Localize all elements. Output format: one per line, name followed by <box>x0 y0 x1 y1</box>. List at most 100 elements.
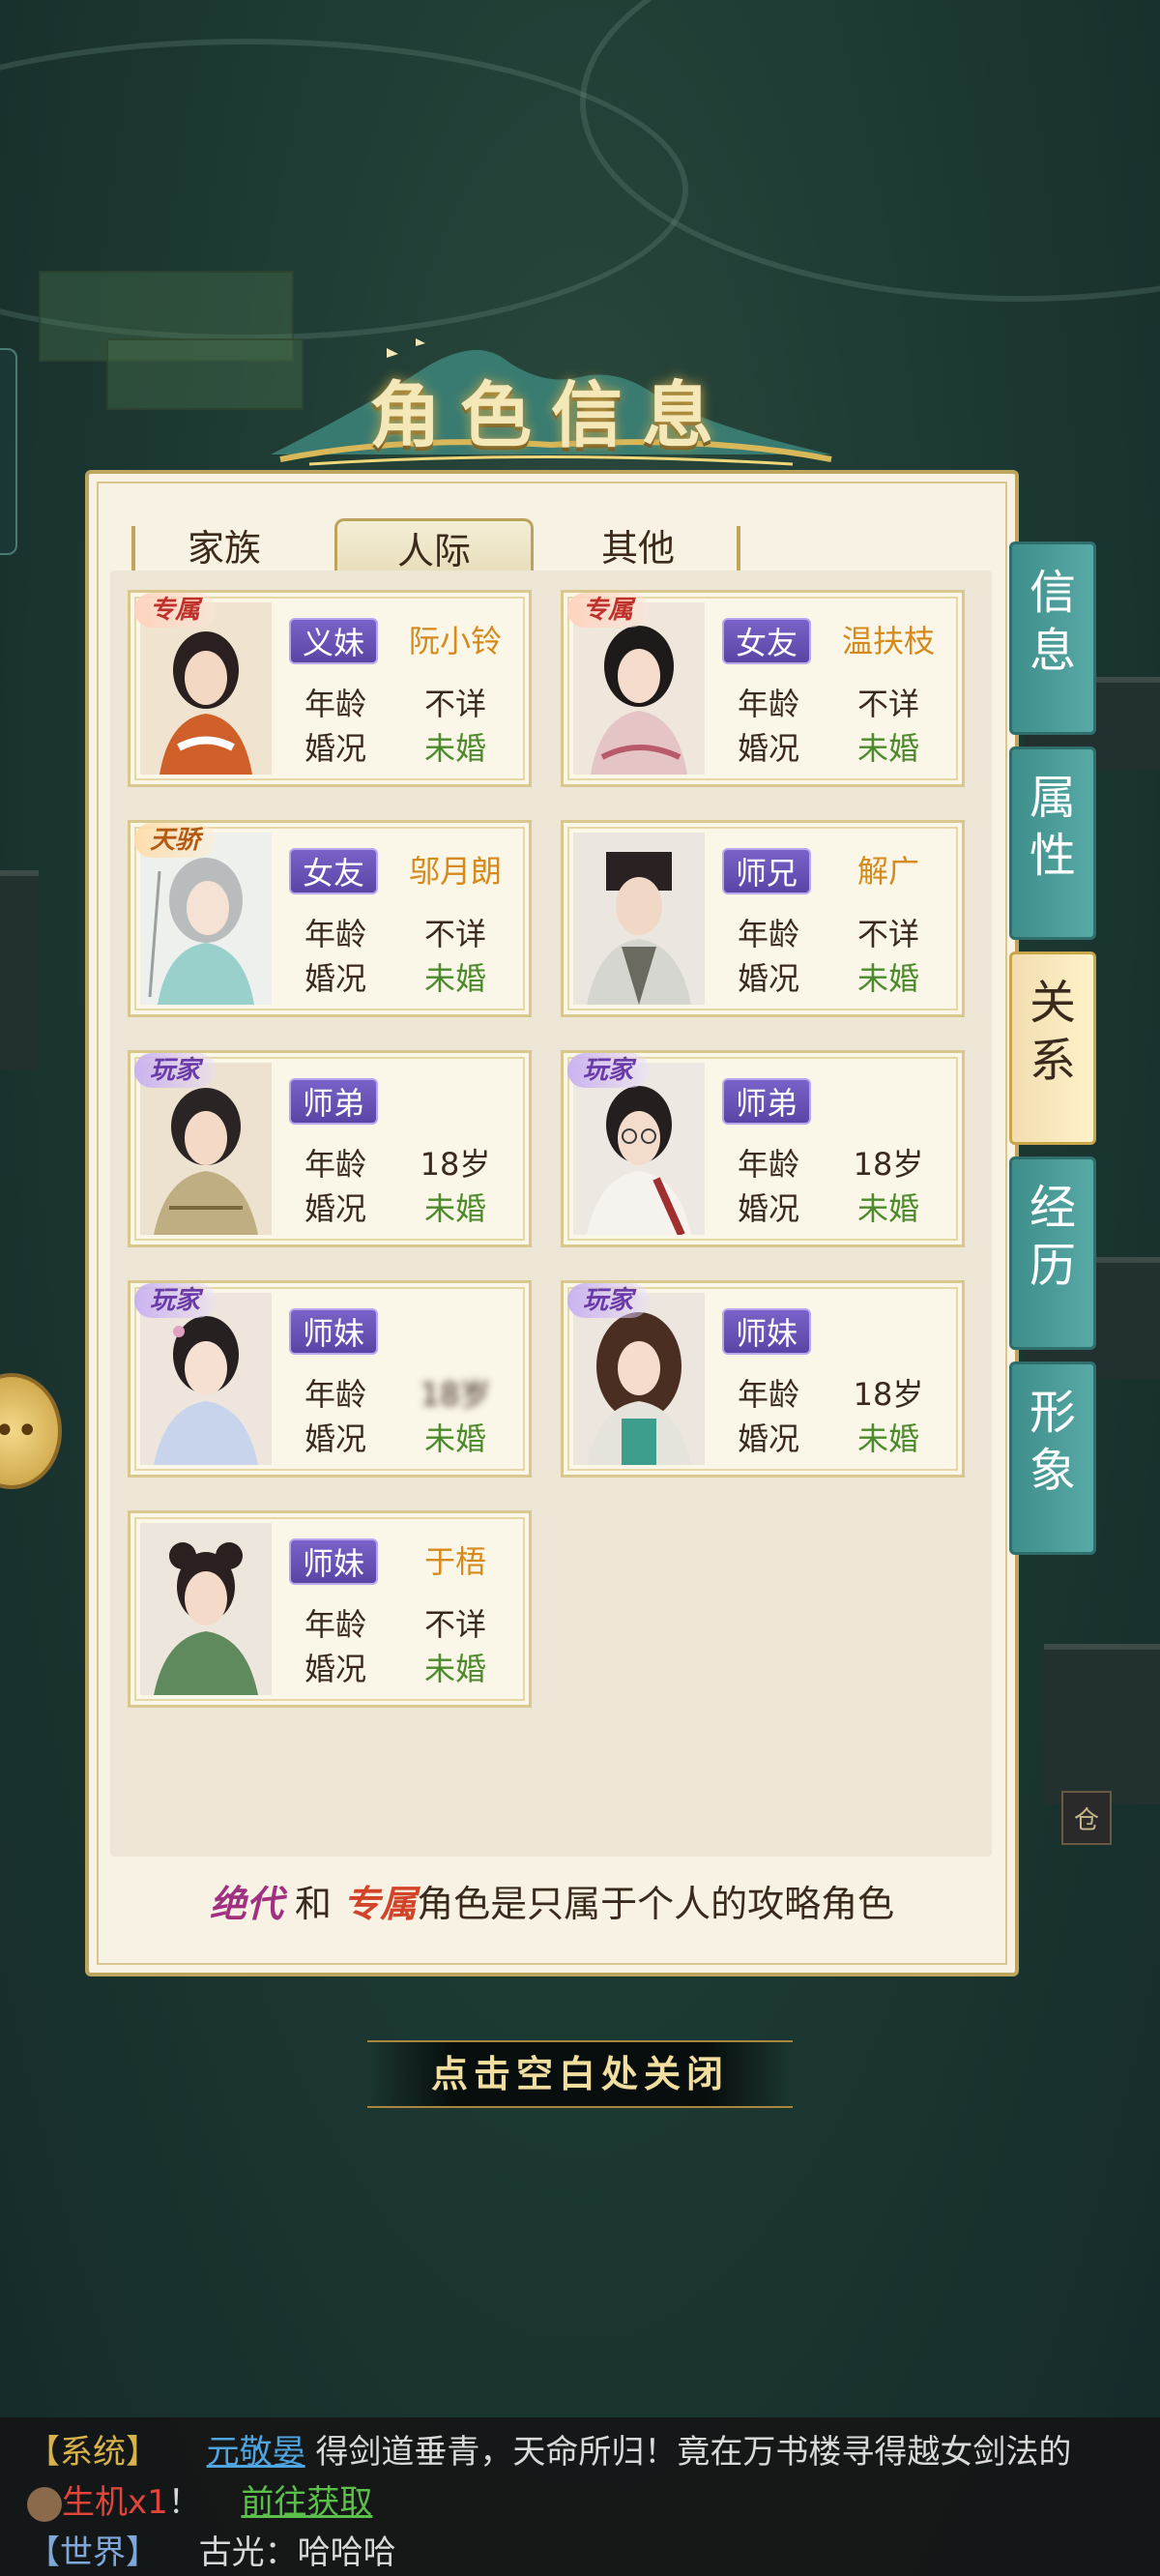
left-edge-tab[interactable] <box>0 348 17 555</box>
age-value: 不详 <box>856 916 919 952</box>
portrait-avatar <box>140 1523 272 1695</box>
marriage-value: 未婚 <box>856 960 919 997</box>
chat-channel-system: 【系统】 <box>27 2433 159 2472</box>
relation-badge: 义妹 <box>289 618 378 664</box>
character-name-hidden <box>821 1078 956 1125</box>
age-label: 年龄 <box>304 686 367 722</box>
chat-message: 【系统】 元敬晏 得剑道垂青，天命所归！竟在万书楼寻得越女剑法的 <box>27 2425 1071 2473</box>
tag-ribbon: 专属 <box>134 593 217 628</box>
marriage-label: 婚况 <box>304 1651 367 1687</box>
relation-card[interactable]: 玩家 师妹 年龄 18岁 婚况 未婚 <box>561 1280 965 1478</box>
age-value: 不详 <box>856 686 919 722</box>
character-name: 于梧 <box>423 1543 486 1580</box>
character-name-hidden <box>388 1078 523 1125</box>
footnote-text: 绝代 和 专属角色是只属于个人的攻略角色 <box>89 1874 1015 1927</box>
marriage-value: 未婚 <box>423 1651 486 1687</box>
relation-badge: 师弟 <box>289 1078 378 1125</box>
footnote-tag-zhuanshu: 专属 <box>343 1882 418 1925</box>
age-label: 年龄 <box>304 1146 367 1183</box>
relation-badge: 师妹 <box>722 1308 811 1355</box>
tab-divider <box>131 526 135 574</box>
relation-card[interactable]: 天骄 女友 邬月朗 年龄 不详 婚况 未婚 <box>128 820 532 1017</box>
relation-badge: 师妹 <box>289 1308 378 1355</box>
marriage-label: 婚况 <box>304 1190 367 1227</box>
portrait-avatar <box>573 602 705 775</box>
chat-panel[interactable]: 【系统】 元敬晏 得剑道垂青，天命所归！竟在万书楼寻得越女剑法的 生机x1！ 前… <box>0 2417 1160 2576</box>
side-tab-appearance[interactable]: 形 象 <box>1009 1361 1096 1555</box>
age-label: 年龄 <box>738 916 800 952</box>
marriage-value: 未婚 <box>423 1190 486 1227</box>
age-value: 18岁 <box>420 1146 491 1183</box>
chat-text: 得剑道垂青，天命所归！竟在万书楼寻得越女剑法的 <box>315 2433 1072 2472</box>
side-tab-info[interactable]: 信 息 <box>1009 542 1096 735</box>
character-name-hidden <box>388 1308 523 1355</box>
age-value: 18岁 <box>853 1376 924 1413</box>
relation-card[interactable]: 玩家 师弟 年龄 18岁 婚况 未婚 <box>128 1050 532 1247</box>
character-info-panel: 家族 人际 其他 专属 义妹 阮小铃 年龄 不详 婚况 未婚 专属 女友 温扶枝 <box>85 470 1019 1976</box>
portrait-avatar <box>573 1063 705 1235</box>
map-building-marker[interactable]: 仓 <box>1061 1791 1112 1845</box>
footnote-tag-juedai: 绝代 <box>209 1882 283 1925</box>
relation-card[interactable]: 师妹 于梧 年龄 不详 婚况 未婚 <box>128 1510 532 1708</box>
age-value: 不详 <box>423 916 486 952</box>
relation-badge: 女友 <box>722 618 811 664</box>
chat-item-link[interactable]: 生机x1 <box>62 2483 168 2522</box>
portrait-avatar <box>140 833 272 1005</box>
tag-ribbon: 玩家 <box>134 1283 217 1318</box>
tag-ribbon: 玩家 <box>567 1053 650 1088</box>
relation-card[interactable]: 专属 义妹 阮小铃 年龄 不详 婚况 未婚 <box>128 590 532 787</box>
relation-card[interactable]: 师兄 解广 年龄 不详 婚况 未婚 <box>561 820 965 1017</box>
age-label: 年龄 <box>738 1146 800 1183</box>
chat-text: ！ <box>167 2483 201 2522</box>
character-name: 邬月朗 <box>408 853 502 890</box>
relation-card[interactable]: 玩家 师弟 年龄 18岁 婚况 未婚 <box>561 1050 965 1247</box>
tag-ribbon: 天骄 <box>134 823 217 858</box>
tab-family[interactable]: 家族 <box>128 518 321 576</box>
age-value: 18岁 <box>420 1376 491 1413</box>
character-name-hidden <box>821 1308 956 1355</box>
marriage-value: 未婚 <box>423 730 486 767</box>
relation-card[interactable]: 玩家 师妹 年龄 18岁 婚况 未婚 <box>128 1280 532 1478</box>
chat-channel-world: 【世界】 <box>27 2533 159 2572</box>
side-tab-attributes[interactable]: 属 性 <box>1009 746 1096 940</box>
marriage-value: 未婚 <box>423 1420 486 1457</box>
goto-obtain-link[interactable]: 前往获取 <box>241 2483 372 2522</box>
tag-ribbon: 专属 <box>567 593 650 628</box>
character-name: 解广 <box>856 853 919 890</box>
portrait-avatar <box>140 602 272 775</box>
chat-player-name[interactable]: 元敬晏 <box>207 2433 305 2472</box>
chat-message: 生机x1！ 前往获取 <box>27 2475 372 2523</box>
marriage-label: 婚况 <box>738 730 800 767</box>
portrait-avatar <box>573 1293 705 1465</box>
marriage-label: 婚况 <box>304 1420 367 1457</box>
relation-card[interactable]: 专属 女友 温扶枝 年龄 不详 婚况 未婚 <box>561 590 965 787</box>
age-value: 不详 <box>423 1606 486 1643</box>
marriage-label: 婚况 <box>304 730 367 767</box>
relation-badge: 师妹 <box>289 1538 378 1585</box>
close-hint[interactable]: 点击空白处关闭 <box>367 2040 793 2108</box>
age-label: 年龄 <box>738 1376 800 1413</box>
tag-ribbon: 玩家 <box>567 1283 650 1318</box>
tab-other[interactable]: 其他 <box>541 518 735 576</box>
side-tab-relations[interactable]: 关 系 <box>1009 951 1096 1145</box>
portrait-avatar <box>140 1063 272 1235</box>
side-tab-history[interactable]: 经 历 <box>1009 1156 1096 1350</box>
relation-badge: 师弟 <box>722 1078 811 1125</box>
chat-text: 古光：哈哈哈 <box>198 2533 396 2572</box>
tag-ribbon: 玩家 <box>134 1053 217 1088</box>
footnote-rest: 角色是只属于个人的攻略角色 <box>417 1883 895 1925</box>
character-name: 阮小铃 <box>408 623 502 659</box>
relation-badge: 女友 <box>289 848 378 894</box>
relations-list: 专属 义妹 阮小铃 年龄 不详 婚况 未婚 专属 女友 温扶枝 年龄 不详 婚况… <box>110 571 992 1857</box>
relation-badge: 师兄 <box>722 848 811 894</box>
marriage-label: 婚况 <box>738 960 800 997</box>
marriage-value: 未婚 <box>856 1420 919 1457</box>
age-label: 年龄 <box>304 1376 367 1413</box>
page-title: 角色信息 <box>369 374 733 457</box>
age-value: 18岁 <box>853 1146 924 1183</box>
character-name: 温扶枝 <box>841 623 935 659</box>
marriage-label: 婚况 <box>738 1420 800 1457</box>
age-label: 年龄 <box>304 916 367 952</box>
portrait-avatar <box>140 1293 272 1465</box>
age-value: 不详 <box>423 686 486 722</box>
